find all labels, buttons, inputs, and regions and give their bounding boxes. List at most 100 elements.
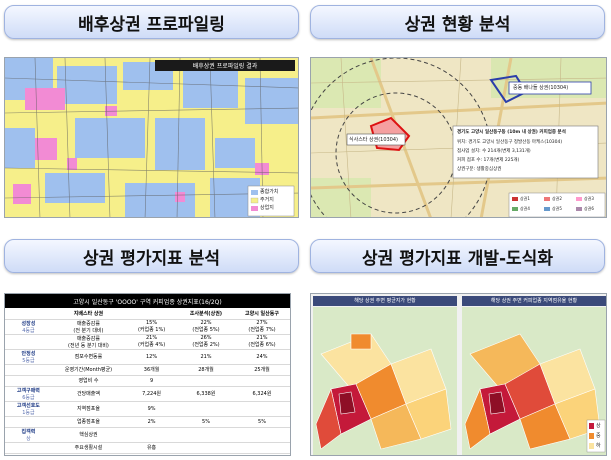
table-row: 고객선호도 1등급 지역점포율 9% xyxy=(5,401,290,417)
category-label: 안정성 xyxy=(21,350,36,357)
category-label: 집객력 xyxy=(21,428,36,435)
table-cell: 주요생활시설 xyxy=(51,442,126,454)
table-row: 매출증감률 (전년 동 분기 대비) 21% (커업종 4%) 26% (전업종 2… xyxy=(5,334,290,350)
table-cell: 핵심상권 xyxy=(51,427,126,443)
table-cell: 영업비 수 xyxy=(51,375,126,387)
index-table: 지배스타 상권 조사분석(상권) 고양시 일산동구 성장성 4등급 매출증감률 (전… xyxy=(5,308,290,454)
table-cell: 36개월 xyxy=(125,364,179,376)
table-header-cell: 지배스타 상권 xyxy=(51,308,126,320)
section-title-profiling: 배후상권 프로파일링 xyxy=(4,5,299,39)
grade-label: 상 xyxy=(26,435,31,442)
status-legend-item: 상권6 xyxy=(584,206,594,211)
profiling-map-graphic xyxy=(5,58,298,217)
table-header-cell: 조사분석(상권) xyxy=(178,308,234,320)
table-cell: 유흥 xyxy=(125,442,179,454)
profiling-map: 배후상권 프로파일링 결과 종합가치 주거지 상업지 xyxy=(4,57,299,218)
table-cell: 매출증감률 (전년 동 분기 대비) xyxy=(51,334,126,350)
grade-label: 4등급 xyxy=(22,327,35,334)
table-cell: 21% (커업종 4%) xyxy=(125,334,179,350)
table-cell: 매출증감률 (전 분기 대비) xyxy=(51,319,126,335)
table-cell xyxy=(5,442,52,454)
table-cell: 지역점포율 xyxy=(51,401,126,417)
table-cell: 25개월 xyxy=(233,364,290,376)
table-cell: 27% (전업종 7%) xyxy=(233,319,290,335)
table-cell: 5% xyxy=(233,416,290,428)
visualization-legend-item: 상 xyxy=(596,423,601,429)
status-legend-item: 상권2 xyxy=(552,196,562,201)
section-title-index: 상권 평가지표 분석 xyxy=(4,239,299,273)
table-header-cell xyxy=(125,308,179,320)
table-header-row: 지배스타 상권 조사분석(상권) 고양시 일산동구 xyxy=(5,308,290,320)
table-cell: 7,224원 xyxy=(125,386,179,402)
grade-label: 5등급 xyxy=(22,357,35,364)
table-cell: 업종점포율 xyxy=(51,416,126,428)
table-cell: 5% xyxy=(178,416,234,428)
table-cell xyxy=(233,401,290,417)
table-cell: 21% (전업종 6%) xyxy=(233,334,290,350)
category-label: 고객구매력 xyxy=(16,387,40,394)
status-label-top: 중동 배나들 상권(10304) xyxy=(513,85,569,91)
table-header-cell xyxy=(5,308,52,320)
status-info-title: 경기도 고양시 일산동구동 (10m 내 상권) 커피업종 분석 xyxy=(457,130,566,135)
status-legend-item: 상권5 xyxy=(552,206,562,211)
table-cell: 운영기간(Month평균) xyxy=(51,364,126,376)
status-label-left: 식사스타 상권(10304) xyxy=(349,137,398,143)
table-row: 안정성 5등급 점포수변동률 12% 21% 24% xyxy=(5,349,290,365)
table-cell: 26% (전업종 2%) xyxy=(178,334,234,350)
table-cell: 9% xyxy=(125,401,179,417)
table-cell xyxy=(233,427,290,443)
table-cell xyxy=(178,427,234,443)
legend-item-residential: 주거지 xyxy=(260,197,274,203)
table-cell xyxy=(178,375,234,387)
status-info-line: 커피 점포 수: 17개(변제 225개) xyxy=(457,158,520,163)
status-info-line: 점사업 설치: 수 214개(변제 3,131개) xyxy=(457,149,531,154)
table-cell: 28개월 xyxy=(178,364,234,376)
table-cell: 6,324원 xyxy=(233,386,290,402)
table-row: 성장성 4등급 매출증감률 (전 분기 대비) 15% (커업종 1%) 22% (전업… xyxy=(5,319,290,335)
legend-item-total: 종합가치 xyxy=(260,189,279,195)
status-map: 중동 배나들 상권(10304) 식사스타 상권(10304) 경기도 고양시 … xyxy=(310,57,607,218)
status-info-line: 상권구분: 생활중심상권 xyxy=(457,167,502,172)
status-legend-item: 상권4 xyxy=(520,206,530,211)
index-table-title: 고양시 일산동구 'OOOO' 구역 커피업종 상권지표(16/2Q) xyxy=(5,294,290,308)
table-cell: 22% (전업종 5%) xyxy=(178,319,234,335)
grade-label: 6등급 xyxy=(22,394,35,401)
table-cell xyxy=(5,416,52,428)
table-cell: 2% xyxy=(125,416,179,428)
table-row: 집객력 상 핵심상권 xyxy=(5,427,290,443)
table-header-cell: 고양시 일산동구 xyxy=(233,308,290,320)
grade-label: 1등급 xyxy=(22,409,35,416)
table-row: 운영기간(Month평균) 36개월 28개월 25개월 xyxy=(5,364,290,376)
table-cell xyxy=(125,427,179,443)
visualization-graphic xyxy=(313,296,606,455)
category-label: 성장성 xyxy=(21,320,36,327)
table-cell xyxy=(5,334,52,350)
status-legend-item: 상권1 xyxy=(520,196,530,201)
table-cell: 6,338원 xyxy=(178,386,234,402)
table-cell xyxy=(233,442,290,454)
status-legend-item: 상권3 xyxy=(584,196,594,201)
category-label: 고객선호도 xyxy=(16,402,40,409)
table-cell: 성장성 4등급 xyxy=(5,319,52,335)
table-row: 영업비 수9 xyxy=(5,375,290,387)
visualization-left-title: 해당 상권 주변 평균지가 현황 xyxy=(354,298,416,304)
table-cell: 고객구매력 6등급 xyxy=(5,386,52,402)
table-cell: 21% xyxy=(178,349,234,365)
table-cell: 고객선호도 1등급 xyxy=(5,401,52,417)
table-cell xyxy=(178,401,234,417)
table-cell: 건당매출액 xyxy=(51,386,126,402)
status-info-line: 위치: 경기도 고양시 일산동구 정발산동 마케스(10304) xyxy=(457,140,563,145)
table-row: 주요생활시설 유흥 xyxy=(5,442,290,454)
index-table-panel: 고양시 일산동구 'OOOO' 구역 커피업종 상권지표(16/2Q) 지배스타… xyxy=(4,293,291,456)
table-cell xyxy=(5,375,52,387)
table-cell: 점포수변동률 xyxy=(51,349,126,365)
visualization-panel: 해당 상권 주변 평균지가 현황 해당 상권 주변 커피업종 지역점유율 현황 … xyxy=(310,293,607,456)
table-cell: 9 xyxy=(125,375,179,387)
table-row: 고객구매력 6등급 건당매출액 7,224원 6,338원 6,324원 xyxy=(5,386,290,402)
table-cell: 12% xyxy=(125,349,179,365)
section-title-visualization: 상권 평가지표 개발-도식화 xyxy=(310,239,605,273)
visualization-legend-item: 중 xyxy=(596,433,601,439)
table-cell: 15% (커업종 1%) xyxy=(125,319,179,335)
profiling-map-header: 배후상권 프로파일링 결과 xyxy=(192,63,258,70)
table-cell xyxy=(233,375,290,387)
